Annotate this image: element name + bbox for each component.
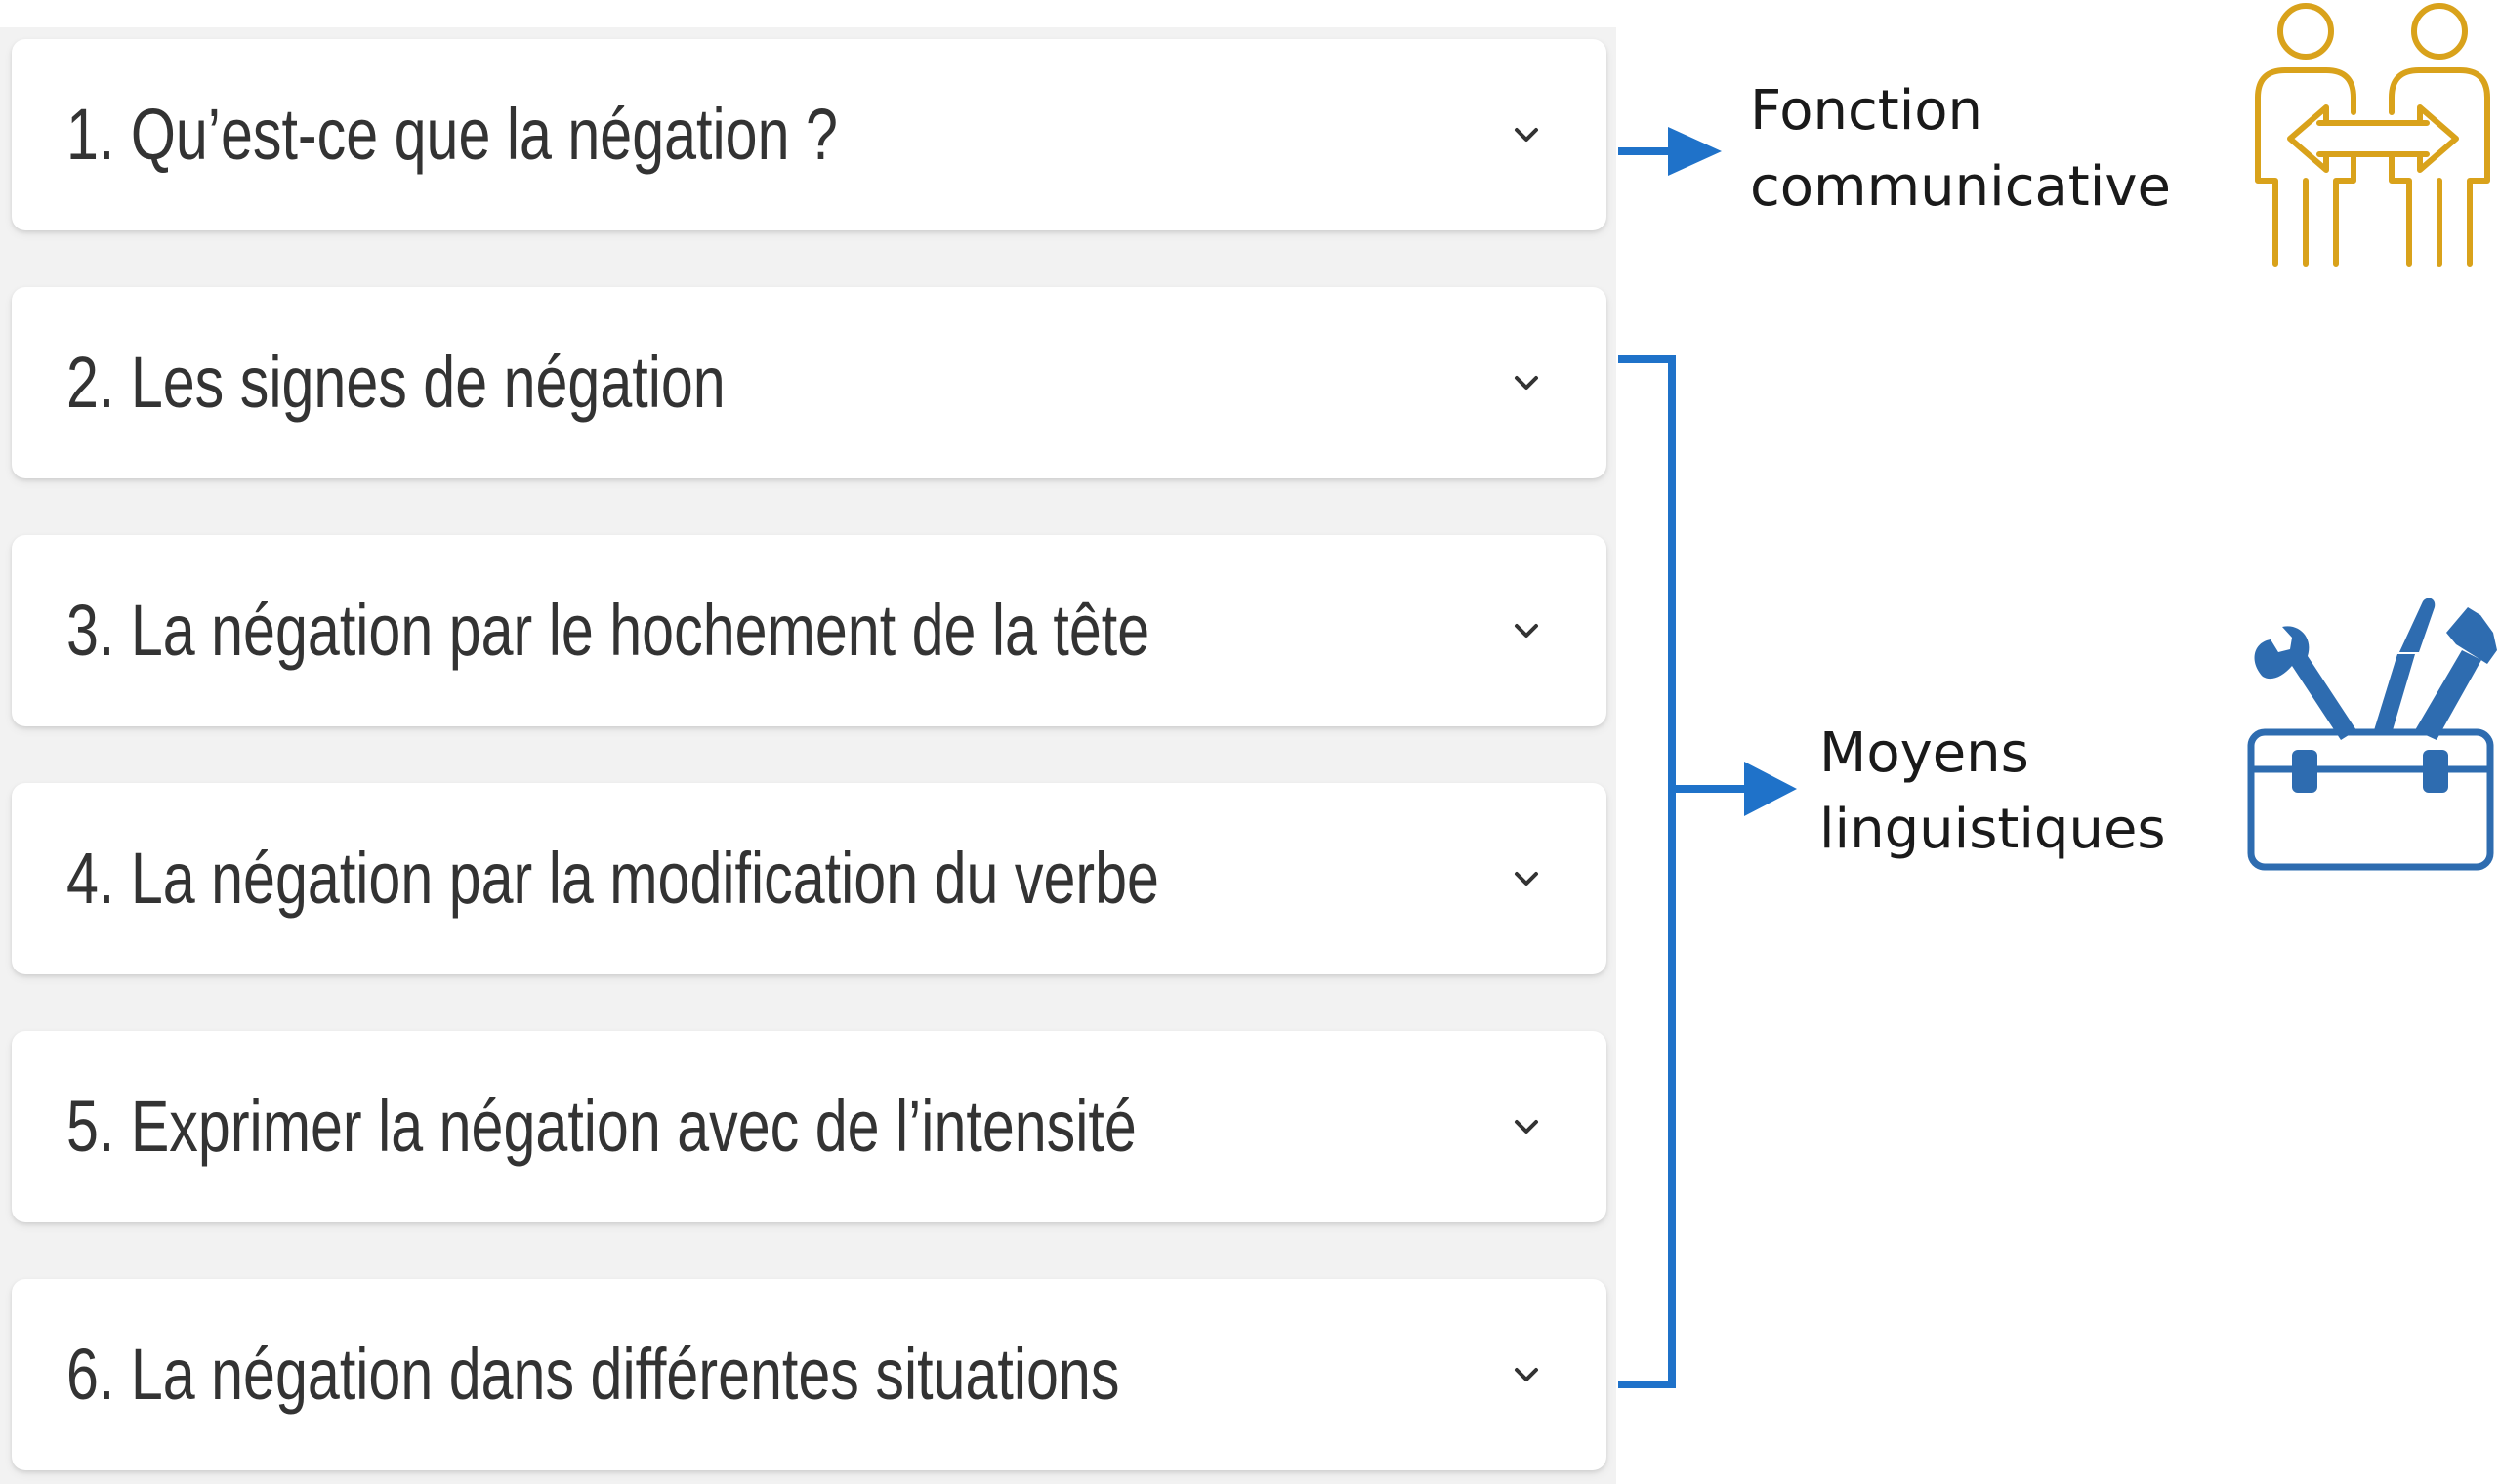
toolbox-icon — [2247, 598, 2497, 871]
bracket-connector-linguistic — [1618, 355, 1797, 1388]
label-communicative-function: Fonction communicative — [1750, 79, 2171, 219]
label-linguistic-means: Moyens linguistiques — [1819, 721, 2166, 861]
arrow-connector-communicative — [1618, 127, 1722, 176]
two-people-exchange-icon — [2255, 3, 2490, 267]
